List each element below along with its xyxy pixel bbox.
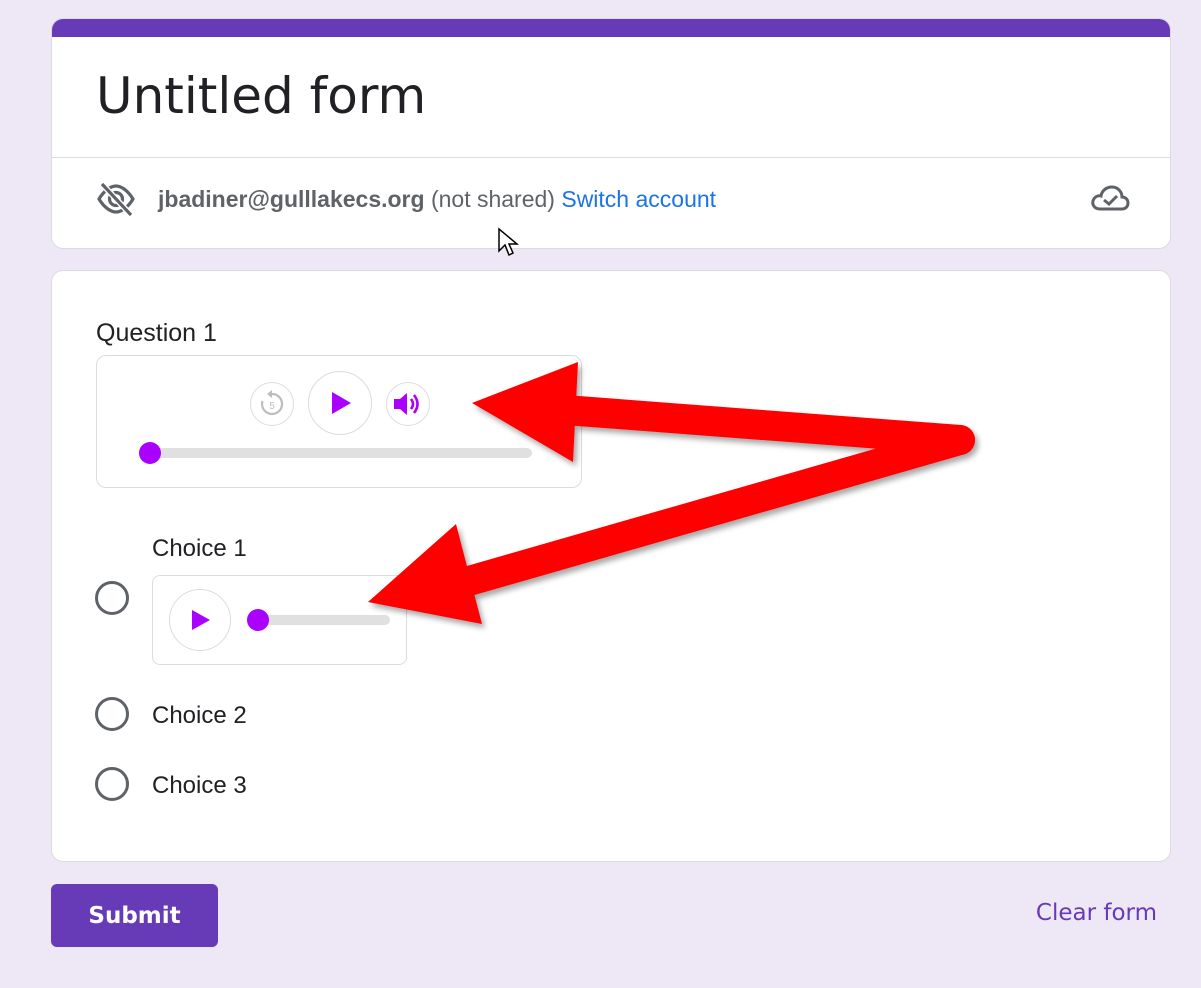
question-card: Question 1 5 Choice 1 Choice 2 Choice 3 <box>51 270 1171 862</box>
account-share-status: (not shared) <box>424 186 562 212</box>
eye-off-icon <box>97 181 135 218</box>
play-button[interactable] <box>308 371 372 435</box>
form-title: Untitled form <box>96 67 427 125</box>
account-email: jbadiner@gulllakecs.org <box>158 186 425 212</box>
header-accent-bar <box>52 19 1170 37</box>
choice-1-label: Choice 1 <box>152 535 247 562</box>
account-row: jbadiner@gulllakecs.org (not shared) Swi… <box>96 179 1130 219</box>
clear-form-button[interactable]: Clear form <box>1036 900 1157 926</box>
question-audio-track[interactable] <box>140 448 532 458</box>
choice-1-play-button[interactable] <box>169 589 231 651</box>
question-title: Question 1 <box>96 319 217 347</box>
replay-seconds-label: 5 <box>269 401 275 412</box>
volume-icon <box>394 393 419 415</box>
choice-2-label: Choice 2 <box>152 702 247 729</box>
play-icon <box>332 392 351 414</box>
play-icon <box>192 610 210 630</box>
choice-3-radio[interactable] <box>95 767 129 801</box>
switch-account-link[interactable]: Switch account <box>561 186 716 212</box>
question-audio-player: 5 <box>96 355 582 488</box>
choice-1-audio-track[interactable] <box>249 615 390 625</box>
choice-2-radio[interactable] <box>95 697 129 731</box>
mouse-cursor-icon <box>498 227 519 257</box>
header-divider <box>52 157 1170 158</box>
choice-1-audio-player <box>152 575 407 665</box>
choice-1-audio-seek-knob[interactable] <box>247 609 269 631</box>
account-info: jbadiner@gulllakecs.org (not shared) Swi… <box>158 186 716 213</box>
choice-3-label: Choice 3 <box>152 772 247 799</box>
replay-5-button[interactable]: 5 <box>250 382 294 426</box>
form-header-card: Untitled form jbadiner@gulllakecs.org (n… <box>51 18 1171 249</box>
question-audio-seek-knob[interactable] <box>139 442 161 464</box>
choice-1-radio[interactable] <box>95 581 129 615</box>
replay-icon: 5 <box>260 390 284 416</box>
volume-button[interactable] <box>386 382 430 426</box>
cloud-saved-icon <box>1091 185 1130 211</box>
submit-button[interactable]: Submit <box>51 884 218 947</box>
